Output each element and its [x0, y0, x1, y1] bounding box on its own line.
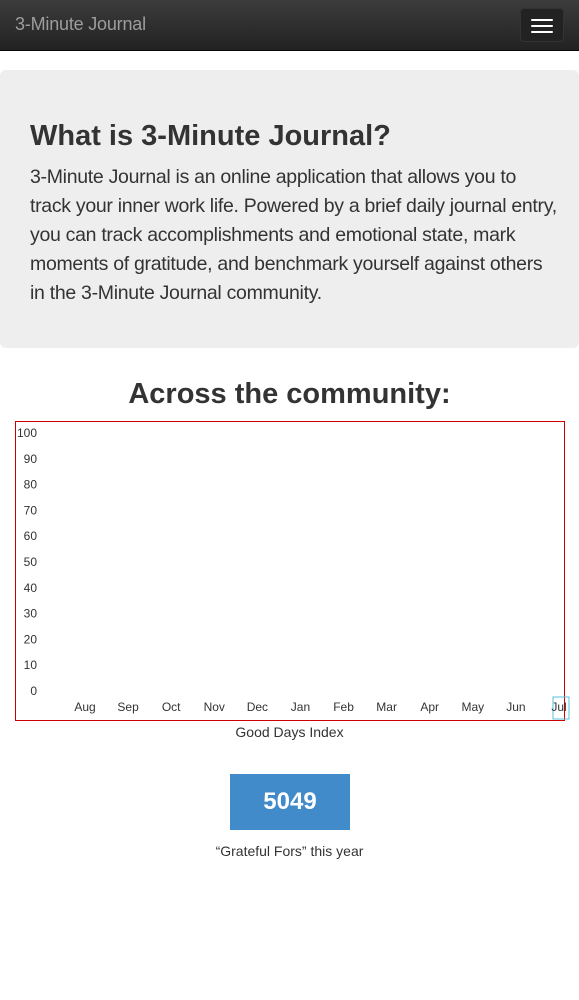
good-days-chart: 0 10 20 30 40 50 60 70 80 90 100 Aug Sep Oct Nov Dec Jan…	[15, 421, 570, 721]
chart-svg: 0 10 20 30 40 50 60 70 80 90 100 Aug Sep Oct Nov Dec Jan…	[17, 426, 570, 720]
brand-link[interactable]: 3-Minute Journal	[15, 14, 146, 35]
x-tick-label: Dec	[247, 700, 268, 714]
y-tick-label: 100	[17, 426, 37, 440]
x-tick-label: Nov	[204, 700, 225, 714]
x-tick-label: Jul	[551, 700, 566, 714]
grateful-count-label: “Grateful Fors” this year	[215, 843, 364, 859]
x-tick-label: Mar	[376, 700, 397, 714]
x-tick-label: May	[461, 700, 484, 714]
hamburger-menu-icon-bar	[531, 25, 553, 27]
chart-caption: Good Days Index	[235, 724, 344, 740]
navbar-toggle-button[interactable]	[520, 8, 564, 42]
x-tick-label: Jun	[506, 700, 525, 714]
x-tick-label: Feb	[333, 700, 354, 714]
hamburger-menu-icon	[531, 19, 553, 21]
intro-title: What is 3-Minute Journal?	[30, 120, 391, 152]
x-tick-label: Sep	[117, 700, 139, 714]
intro-jumbotron: What is 3-Minute Journal? 3-Minute Journ…	[0, 70, 579, 348]
x-tick-label: Jan	[291, 700, 310, 714]
y-tick-label: 20	[24, 632, 38, 646]
grateful-count-badge: 5049	[230, 774, 350, 830]
y-tick-label: 60	[24, 529, 38, 543]
y-tick-label: 40	[24, 581, 38, 595]
y-tick-label: 70	[24, 503, 38, 517]
y-tick-label: 90	[24, 452, 38, 466]
y-tick-label: 80	[24, 478, 38, 492]
x-tick-label: Aug	[74, 700, 95, 714]
y-tick-label: 50	[24, 555, 38, 569]
y-tick-label: 0	[30, 684, 37, 698]
hamburger-menu-icon-bar	[531, 31, 553, 33]
x-tick-label: Oct	[162, 700, 181, 714]
navbar: 3-Minute Journal	[0, 0, 579, 51]
y-tick-label: 10	[24, 658, 38, 672]
y-tick-label: 30	[24, 607, 38, 621]
community-title: Across the community:	[128, 378, 451, 410]
intro-description: 3-Minute Journal is an online applicatio…	[30, 166, 557, 304]
x-tick-label: Apr	[420, 700, 439, 714]
